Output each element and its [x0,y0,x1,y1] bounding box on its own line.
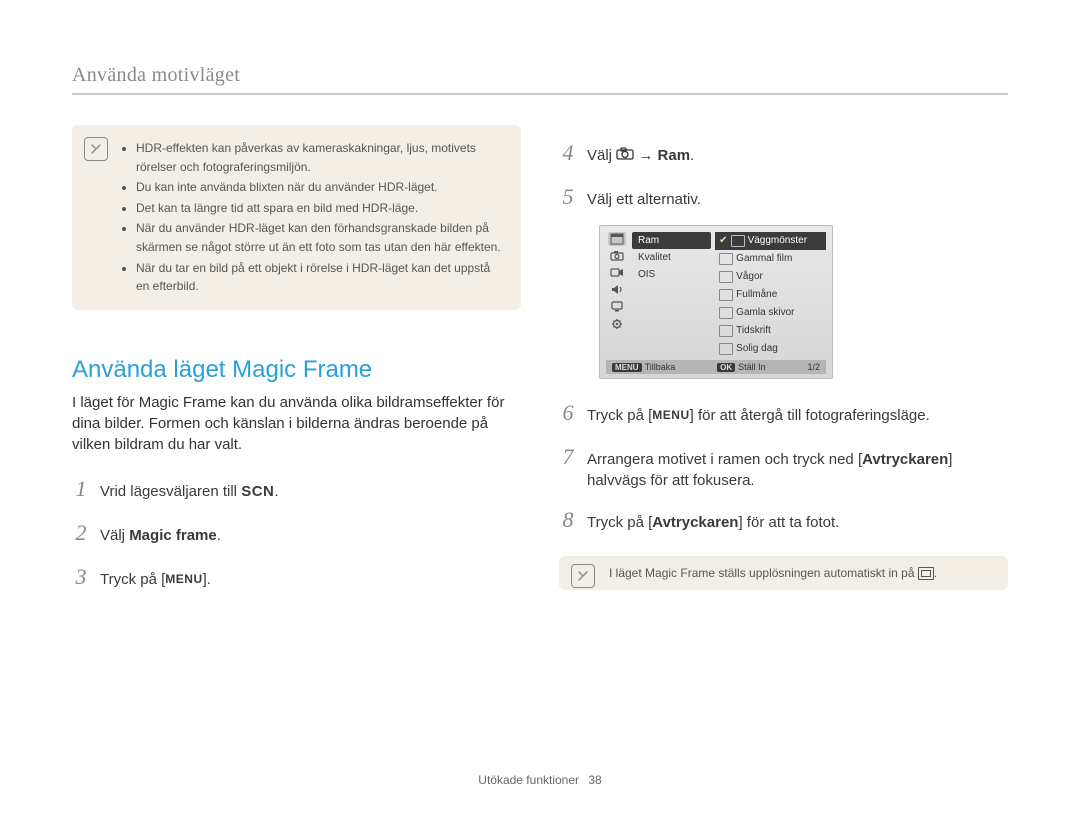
frame-thumb-icon [719,325,733,337]
note-icon [571,564,595,588]
page-number: 38 [588,773,601,787]
note-text-end: . [934,566,937,580]
step-number: 3 [72,561,90,593]
step-text: Arrangera motivet i ramen och tryck ned … [587,449,1008,493]
menu-item: Ram [632,232,711,249]
step-number: 4 [559,137,577,169]
option-item: Vågor [715,268,826,286]
step: 4 Välj → Ram. [559,137,1008,169]
section-intro: I läget för Magic Frame kan du använda o… [72,392,521,455]
camera-options-list: ✔Väggmönster Gammal film Vågor Fullmåne … [715,232,826,358]
option-item: Solig dag [715,340,826,358]
breadcrumb: Använda motivläget [72,64,1008,87]
option-item: Gammal film [715,250,826,268]
info-note-hdr: HDR-effekten kan påverkas av kameraskakn… [72,125,521,310]
sidebar-settings-icon [608,317,626,331]
ok-key-icon: OK [717,363,735,372]
note-bullet: Det kan ta längre tid att spara en bild … [136,199,505,218]
step: 8 Tryck på [Avtryckaren] för att ta foto… [559,504,1008,536]
option-item: Tidskrift [715,322,826,340]
step: 3 Tryck på [MENU]. [72,561,521,593]
step: 6 Tryck på [MENU] för att återgå till fo… [559,397,1008,429]
frame-thumb-icon [719,307,733,319]
menu-item: Kvalitet [632,249,711,266]
step-text: Tryck på [MENU]. [100,569,211,591]
steps-left: 1 Vrid lägesväljaren till SCN. 2 Välj Ma… [72,473,521,593]
sidebar-sound-icon [608,283,626,297]
step-text: Vrid lägesväljaren till SCN. [100,481,279,503]
note-text: I läget Magic Frame ställs upplösningen … [609,566,918,580]
note-bullet: När du tar en bild på ett objekt i rörel… [136,259,505,296]
sidebar-camera-icon [608,249,626,263]
option-item: ✔Väggmönster [715,232,826,250]
note-bullet: HDR-effekten kan påverkas av kameraskakn… [136,139,505,176]
mode-dial-scn-icon: SCN [241,481,274,503]
page-footer: Utökade funktioner 38 [0,773,1080,787]
section-title: Använda läget Magic Frame [72,356,521,384]
frame-thumb-icon [719,289,733,301]
step: 7 Arrangera motivet i ramen och tryck ne… [559,441,1008,493]
camera-menu-screenshot: Ram Kvalitet OIS ✔Väggmönster Gammal fil… [599,225,833,379]
note-bullet: När du använder HDR-läget kan den förhan… [136,219,505,256]
divider [72,93,1008,95]
step-text: Välj Magic frame. [100,525,221,547]
step-text: Välj → Ram. [587,145,694,167]
step-text: Välj ett alternativ. [587,189,701,211]
right-column: 4 Välj → Ram. 5 Välj ett alternativ. [559,125,1008,604]
step-number: 8 [559,504,577,536]
camera-menu-footer: MENUTillbaka OKStäll In 1/2 [606,360,826,374]
sidebar-scene-icon [608,232,626,246]
left-column: HDR-effekten kan påverkas av kameraskakn… [72,125,521,604]
steps-right-top: 4 Välj → Ram. 5 Välj ett alternativ. [559,137,1008,213]
step: 2 Välj Magic frame. [72,517,521,549]
menu-key-icon: MENU [612,363,642,372]
two-column-layout: HDR-effekten kan påverkas av kameraskakn… [72,125,1008,604]
note-bullet: Du kan inte använda blixten när du använ… [136,178,505,197]
option-item: Gamla skivor [715,304,826,322]
resolution-icon [918,567,934,580]
menu-button-icon: MENU [652,407,689,424]
sidebar-video-icon [608,266,626,280]
sidebar-display-icon [608,300,626,314]
step-number: 5 [559,181,577,213]
manual-page: Använda motivläget HDR-effekten kan påve… [0,0,1080,815]
step-number: 1 [72,473,90,505]
step-number: 2 [72,517,90,549]
camera-icon [616,145,634,167]
step: 1 Vrid lägesväljaren till SCN. [72,473,521,505]
frame-thumb-icon [719,253,733,265]
camera-menu-sidebar [606,232,628,358]
note-bullet-list: HDR-effekten kan påverkas av kameraskakn… [122,139,505,296]
check-icon: ✔ [719,235,727,246]
page-indicator: 1/2 [807,362,820,372]
frame-thumb-icon [719,271,733,283]
step-text: Tryck på [MENU] för att återgå till foto… [587,405,930,427]
step-number: 6 [559,397,577,429]
info-note-resolution: I läget Magic Frame ställs upplösningen … [559,556,1008,590]
step: 5 Välj ett alternativ. [559,181,1008,213]
frame-thumb-icon [719,343,733,355]
option-item: Fullmåne [715,286,826,304]
camera-menu-list: Ram Kvalitet OIS [632,232,711,358]
note-icon [84,137,108,161]
step-text: Tryck på [Avtryckaren] för att ta fotot. [587,512,839,534]
step-number: 7 [559,441,577,473]
menu-item: OIS [632,266,711,283]
footer-section-label: Utökade funktioner [478,773,579,787]
steps-right-bottom: 6 Tryck på [MENU] för att återgå till fo… [559,397,1008,536]
frame-thumb-icon [731,235,745,247]
menu-button-icon: MENU [165,571,202,588]
